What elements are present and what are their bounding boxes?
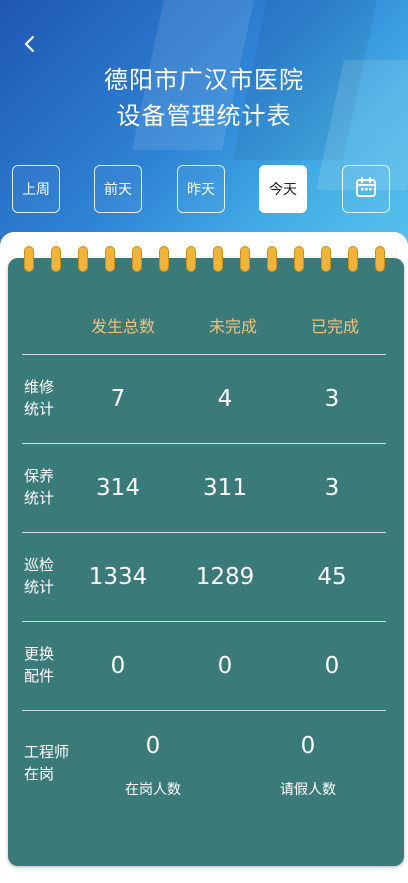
title-line-1: 德阳市广汉市医院 xyxy=(104,66,304,94)
row-label-line: 工程师 xyxy=(24,743,70,761)
row-divider xyxy=(22,710,386,711)
row-divider xyxy=(22,621,386,622)
ring-icon xyxy=(186,246,196,272)
calendar-button[interactable] xyxy=(342,165,390,213)
ring-icon xyxy=(375,246,385,272)
ring-icon xyxy=(213,246,223,272)
leave-count-value: 0 xyxy=(300,733,316,759)
page-title: 德阳市广汉市医院 设备管理统计表 xyxy=(0,62,408,134)
ring-icon xyxy=(51,246,61,272)
notebook-rings xyxy=(10,246,398,276)
ring-icon xyxy=(294,246,304,272)
filter-day-before-button[interactable]: 前天 xyxy=(94,165,142,213)
filter-last-week-button[interactable]: 上周 xyxy=(12,165,60,213)
ring-icon xyxy=(159,246,169,272)
ring-icon xyxy=(267,246,277,272)
maintenance-total-value: 314 xyxy=(96,475,140,501)
row-label-line: 在岗 xyxy=(24,765,55,783)
calendar-icon xyxy=(355,176,377,202)
column-header-done: 已完成 xyxy=(310,317,359,336)
ring-icon xyxy=(132,246,142,272)
ring-icon xyxy=(240,246,250,272)
maintenance-done-value: 3 xyxy=(324,475,340,501)
ring-icon xyxy=(321,246,331,272)
parts-pending-value: 0 xyxy=(217,653,233,679)
repair-total-value: 7 xyxy=(110,386,126,412)
ring-icon xyxy=(348,246,358,272)
row-divider xyxy=(22,532,386,533)
repair-pending-value: 4 xyxy=(217,386,233,412)
leave-count-label: 请假人数 xyxy=(280,782,336,798)
repair-done-value: 3 xyxy=(324,386,340,412)
inspection-pending-value: 1289 xyxy=(195,564,255,590)
title-line-2: 设备管理统计表 xyxy=(116,102,292,130)
parts-done-value: 0 xyxy=(324,653,340,679)
maintenance-pending-value: 311 xyxy=(203,475,247,501)
filter-today-button[interactable]: 今天 xyxy=(259,165,307,213)
row-divider xyxy=(22,443,386,444)
ring-icon xyxy=(78,246,88,272)
inspection-total-value: 1334 xyxy=(88,564,148,590)
column-header-total: 发生总数 xyxy=(90,317,155,336)
row-divider xyxy=(22,354,386,355)
back-arrow-icon[interactable] xyxy=(18,32,42,56)
parts-total-value: 0 xyxy=(110,653,126,679)
ring-icon xyxy=(105,246,115,272)
filter-yesterday-button[interactable]: 昨天 xyxy=(177,165,225,213)
ring-icon xyxy=(24,246,34,272)
on-duty-count-value: 0 xyxy=(145,733,161,759)
column-header-pending: 未完成 xyxy=(208,317,257,336)
on-duty-count-label: 在岗人数 xyxy=(125,782,181,798)
row-label-engineers: 工程师 在岗 xyxy=(24,741,74,785)
inspection-done-value: 45 xyxy=(317,564,347,590)
